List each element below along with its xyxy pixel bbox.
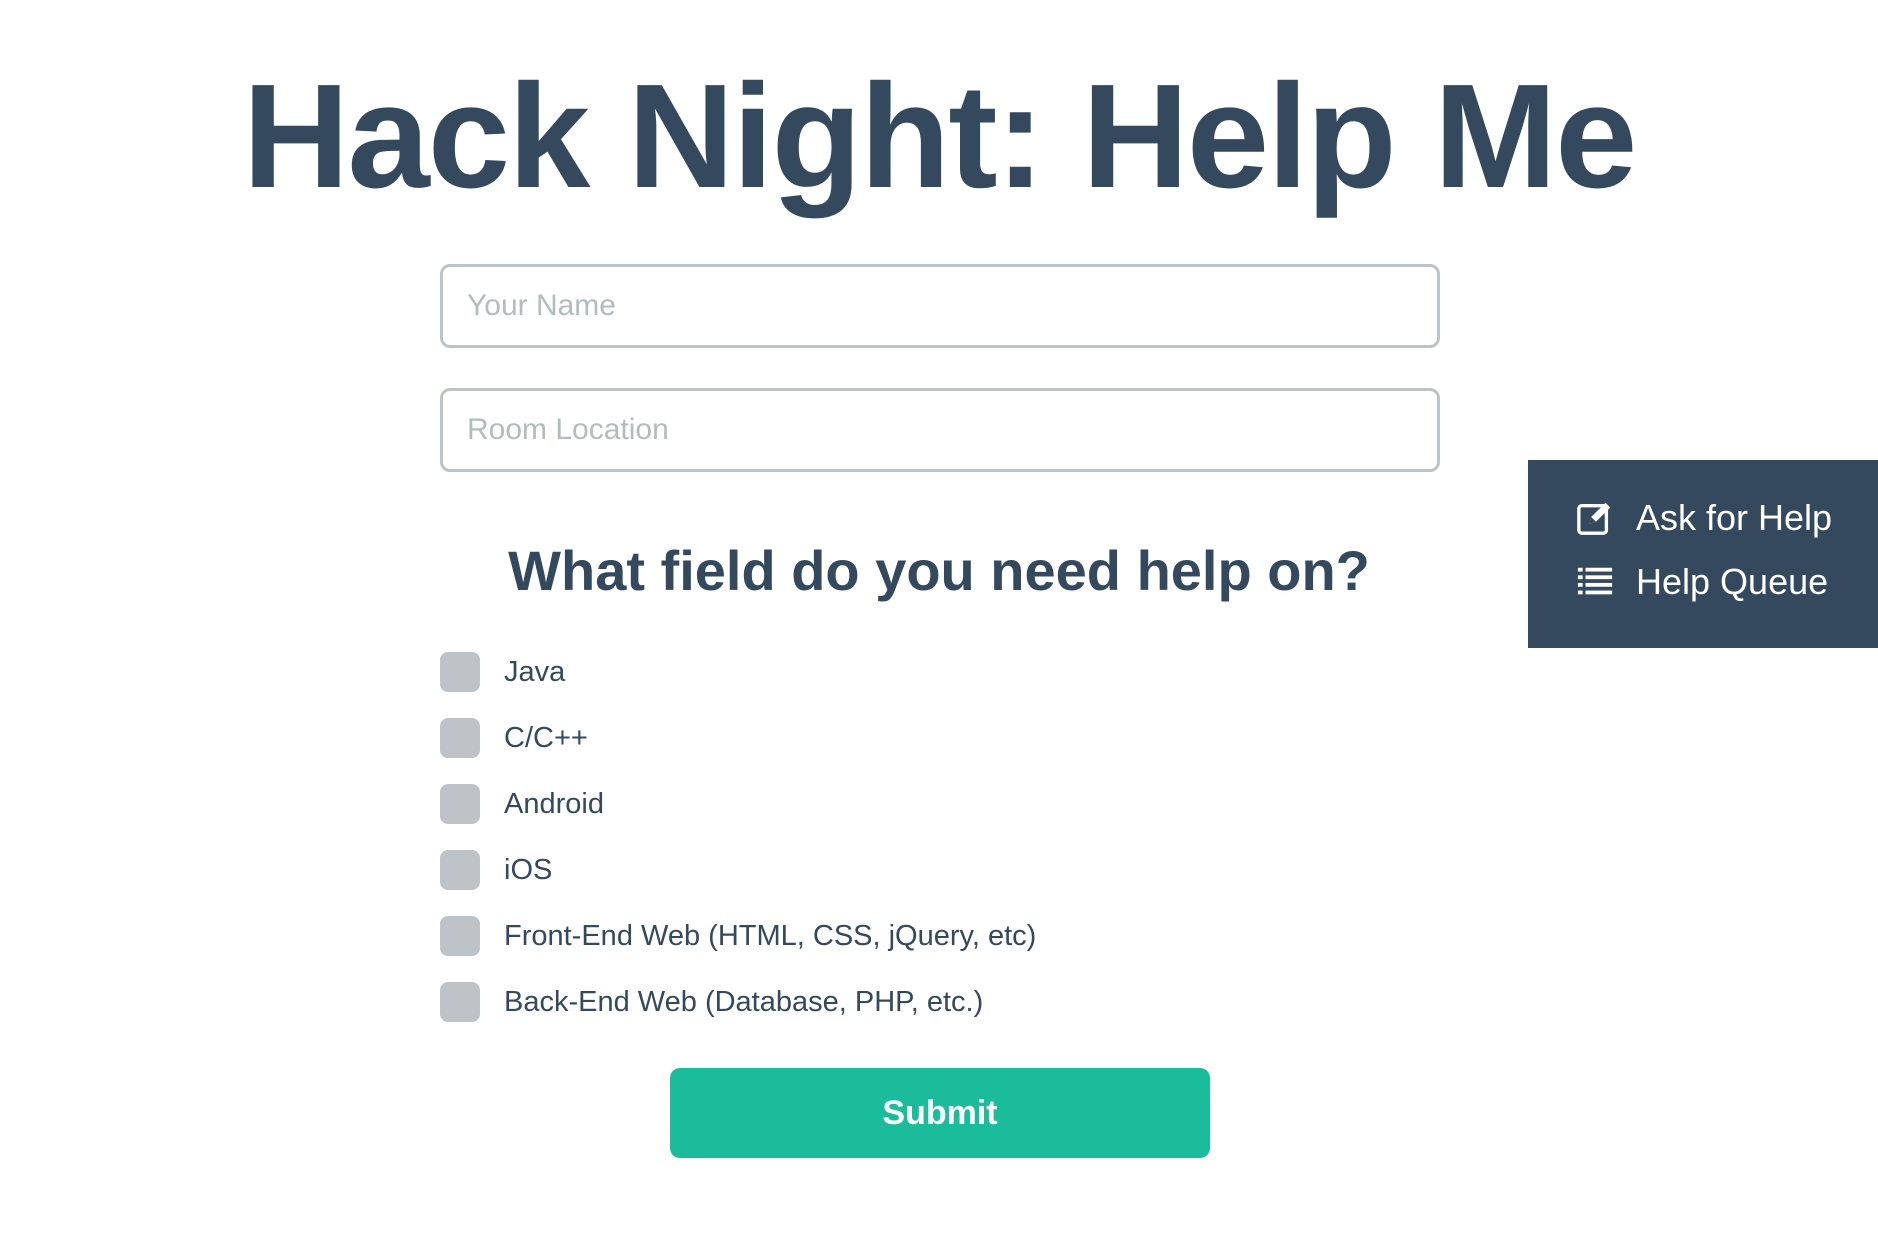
back-end-web-checkbox[interactable]	[440, 982, 480, 1022]
option-c-cpp[interactable]: C/C++	[440, 718, 1036, 758]
option-back-end-web[interactable]: Back-End Web (Database, PHP, etc.)	[440, 982, 1036, 1022]
front-end-web-checkbox[interactable]	[440, 916, 480, 956]
nav-ask-for-help[interactable]: Ask for Help	[1576, 496, 1878, 540]
room-location-input[interactable]	[440, 388, 1440, 472]
nav-help-queue[interactable]: Help Queue	[1576, 560, 1878, 604]
java-checkbox[interactable]	[440, 652, 480, 692]
nav-label: Help Queue	[1636, 561, 1829, 602]
nav-label: Ask for Help	[1636, 497, 1833, 538]
option-front-end-web[interactable]: Front-End Web (HTML, CSS, jQuery, etc)	[440, 916, 1036, 956]
option-label: Java	[504, 655, 566, 688]
option-java[interactable]: Java	[440, 652, 1036, 692]
android-checkbox[interactable]	[440, 784, 480, 824]
option-label: Front-End Web (HTML, CSS, jQuery, etc)	[504, 919, 1037, 952]
option-label: C/C++	[504, 721, 588, 754]
ios-checkbox[interactable]	[440, 850, 480, 890]
option-android[interactable]: Android	[440, 784, 1036, 824]
option-ios[interactable]: iOS	[440, 850, 1036, 890]
name-input[interactable]	[440, 264, 1440, 348]
submit-button[interactable]: Submit	[670, 1068, 1210, 1158]
field-options-list: Java C/C++ Android iOS Front-End Web (HT…	[440, 652, 1036, 1048]
option-label: Back-End Web (Database, PHP, etc.)	[504, 985, 984, 1018]
option-label: iOS	[504, 853, 553, 886]
c-cpp-checkbox[interactable]	[440, 718, 480, 758]
list-icon	[1577, 567, 1613, 595]
side-nav: Ask for Help Help Queue	[1528, 460, 1878, 648]
edit-icon	[1577, 502, 1611, 535]
page-title: Hack Night: Help Me	[242, 54, 1638, 219]
option-label: Android	[504, 787, 604, 820]
